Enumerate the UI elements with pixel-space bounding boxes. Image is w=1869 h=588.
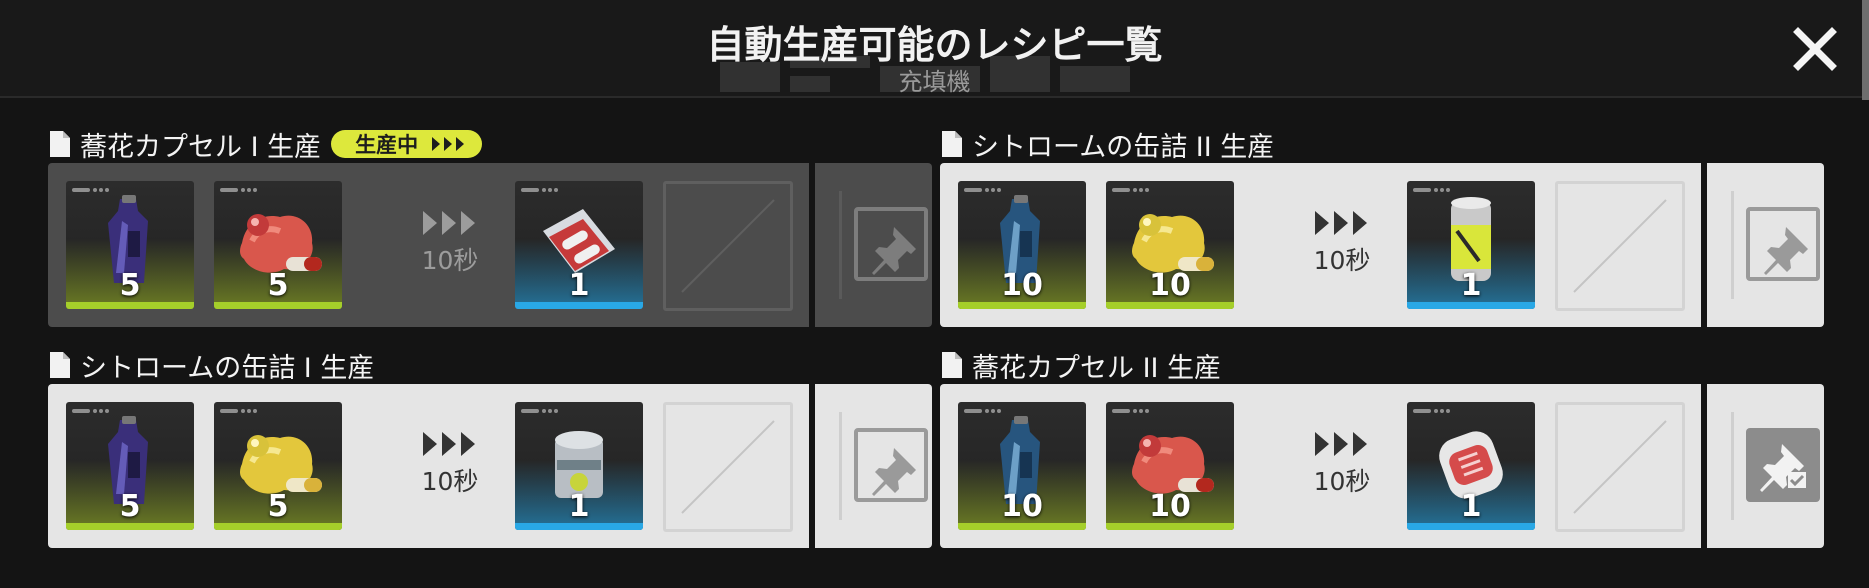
recipe-title-row: 蕎花カプセル I 生産 生産中 <box>48 126 483 163</box>
pin-button[interactable] <box>1746 207 1820 281</box>
empty-slot-slash <box>681 420 775 514</box>
output-slot[interactable]: 1 <box>1407 181 1535 309</box>
item-quantity: 5 <box>119 489 141 524</box>
recipe-title-row: 蕎花カプセル II 生産 <box>940 347 1222 384</box>
pin-icon <box>1760 221 1814 275</box>
empty-output-slot <box>1555 402 1685 532</box>
recipe-title: シトロームの缶詰 I 生産 <box>80 352 375 384</box>
item-quantity: 1 <box>568 268 590 303</box>
empty-slot-slash <box>681 199 775 293</box>
triple-arrow-icon <box>423 211 475 235</box>
pin-button[interactable] <box>854 207 928 281</box>
close-icon[interactable] <box>1790 24 1840 74</box>
item-quantity: 10 <box>1001 489 1043 524</box>
recipe-title: 蕎花カプセル I 生産 <box>80 131 322 163</box>
item-quantity: 1 <box>1460 268 1482 303</box>
process-arrow: 10秒 <box>1282 432 1402 498</box>
scroll-edge <box>1862 0 1869 100</box>
document-icon <box>48 351 72 379</box>
process-arrow: 10秒 <box>390 211 510 277</box>
input-slot[interactable]: 10 <box>958 402 1086 530</box>
item-quantity: 10 <box>1149 268 1191 303</box>
recipe-title: シトロームの缶詰 II 生産 <box>972 131 1275 163</box>
header: 自動生産可能のレシピ一覧 充填機 <box>0 0 1869 98</box>
item-quantity: 5 <box>267 489 289 524</box>
input-slot[interactable]: 10 <box>1106 181 1234 309</box>
recipe-title-row: シトロームの缶詰 II 生産 <box>940 126 1275 163</box>
pin-checked-icon <box>1756 438 1806 492</box>
empty-output-slot <box>1555 181 1685 311</box>
empty-output-slot <box>663 181 793 311</box>
recipe-title: 蕎花カプセル II 生産 <box>972 352 1222 384</box>
pin-icon <box>868 442 922 496</box>
process-time: 10秒 <box>1313 246 1371 275</box>
input-slot[interactable]: 5 <box>66 402 194 530</box>
status-label: 生産中 <box>355 133 419 157</box>
empty-output-slot <box>663 402 793 532</box>
document-icon <box>940 351 964 379</box>
status-badge: 生産中 <box>331 130 483 158</box>
document-icon <box>48 130 72 158</box>
output-slot[interactable]: 1 <box>1407 402 1535 530</box>
process-arrow: 10秒 <box>1282 211 1402 277</box>
page-subtitle: 充填機 <box>898 68 971 96</box>
output-slot[interactable]: 1 <box>515 402 643 530</box>
triple-arrow-icon <box>1315 211 1367 235</box>
document-icon <box>940 130 964 158</box>
process-time: 10秒 <box>421 467 479 496</box>
item-quantity: 10 <box>1001 268 1043 303</box>
item-quantity: 1 <box>568 489 590 524</box>
pin-button[interactable] <box>854 428 928 502</box>
item-quantity: 1 <box>1460 489 1482 524</box>
process-time: 10秒 <box>421 246 479 275</box>
triple-arrow-icon <box>423 432 475 456</box>
input-slot[interactable]: 10 <box>958 181 1086 309</box>
page-title: 自動生産可能のレシピ一覧 <box>706 23 1163 67</box>
recipe-card[interactable]: 10 10 10秒 1 <box>940 163 1824 327</box>
input-slot[interactable]: 5 <box>66 181 194 309</box>
item-quantity: 5 <box>119 268 141 303</box>
input-slot[interactable]: 5 <box>214 181 342 309</box>
recipe-card[interactable]: 5 5 10秒 1 <box>48 384 932 548</box>
empty-slot-slash <box>1573 199 1667 293</box>
recipe-title-row: シトロームの缶詰 I 生産 <box>48 347 375 384</box>
pin-icon <box>868 221 922 275</box>
input-slot[interactable]: 10 <box>1106 402 1234 530</box>
process-arrow: 10秒 <box>390 432 510 498</box>
output-slot[interactable]: 1 <box>515 181 643 309</box>
triple-arrow-icon <box>432 137 465 151</box>
input-slot[interactable]: 5 <box>214 402 342 530</box>
recipe-card[interactable]: 5 5 10秒 1 <box>48 163 932 327</box>
empty-slot-slash <box>1573 420 1667 514</box>
process-time: 10秒 <box>1313 467 1371 496</box>
item-quantity: 5 <box>267 268 289 303</box>
recipe-card[interactable]: 10 10 10秒 1 <box>940 384 1824 548</box>
pin-button-active[interactable] <box>1746 428 1820 502</box>
triple-arrow-icon <box>1315 432 1367 456</box>
item-quantity: 10 <box>1149 489 1191 524</box>
